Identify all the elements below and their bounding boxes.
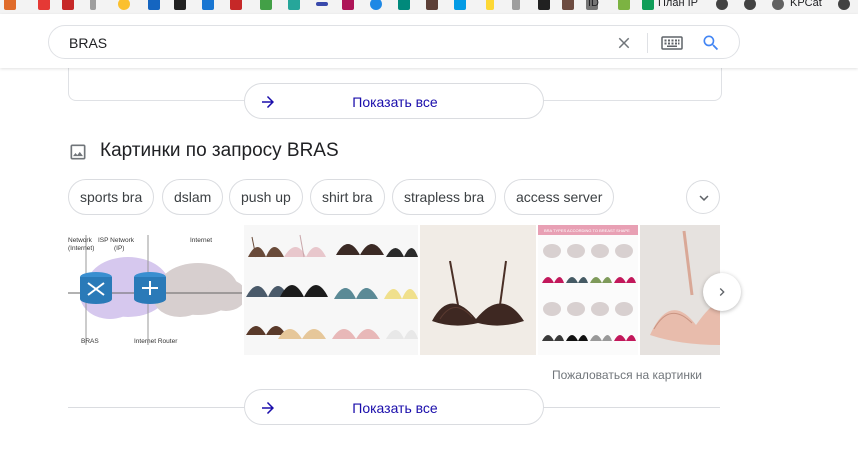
bookmark-icon[interactable]	[512, 0, 520, 10]
bookmark-icon[interactable]	[202, 0, 214, 10]
report-images-link[interactable]: Пожаловаться на картинки	[552, 368, 702, 382]
keyboard-icon[interactable]	[661, 35, 683, 51]
diagram-label-network: Network (Internet)	[68, 237, 94, 252]
image-result-dark-bra[interactable]	[420, 225, 536, 355]
image-icon	[70, 144, 86, 160]
chevron-right-icon	[719, 288, 725, 296]
bookmark-icon[interactable]	[316, 2, 328, 6]
bookmark-icon[interactable]	[118, 0, 130, 10]
chip-strapless-bra[interactable]: strapless bra	[392, 179, 497, 215]
chart-title-text: BRA TYPES ACCORDING TO BREAST SHAPE	[544, 228, 630, 233]
bookmark-label[interactable]: ID	[588, 0, 599, 9]
bookmark-icon[interactable]	[486, 0, 494, 10]
bookmark-icon[interactable]	[744, 0, 756, 10]
section-title[interactable]: Картинки по запросу BRAS	[100, 140, 339, 162]
diagram-label-bras: BRAS	[81, 338, 99, 345]
chip-access-server[interactable]: access server	[504, 179, 615, 215]
image-result-bras-grid[interactable]	[244, 225, 418, 355]
search-box[interactable]	[48, 25, 740, 59]
bookmark-icon[interactable]	[538, 0, 550, 10]
search-icon[interactable]	[701, 33, 721, 53]
chip-shirt-bra[interactable]: shirt bra	[310, 179, 385, 215]
show-all-images-button[interactable]: Показать все	[244, 389, 544, 425]
show-all-label: Показать все	[352, 94, 438, 110]
bookmark-icon[interactable]	[454, 0, 466, 10]
dark-bra-image	[420, 225, 536, 355]
bookmark-icon[interactable]	[90, 0, 96, 10]
image-result-bras-diagram[interactable]: Network (Internet) ISP Network (IP) Intern…	[68, 225, 242, 355]
bookmark-icon[interactable]	[148, 0, 160, 10]
bookmark-icon[interactable]	[370, 0, 382, 10]
bookmark-icon[interactable]	[230, 0, 242, 10]
diagram-label-internet: Internet	[190, 237, 212, 244]
bookmark-icon[interactable]	[618, 0, 630, 10]
diagram-label-isp: ISP Network (IP)	[98, 237, 135, 252]
close-icon[interactable]	[615, 34, 633, 52]
bookmark-icon[interactable]	[562, 0, 574, 10]
bookmark-icon[interactable]	[260, 0, 272, 10]
chevron-down-icon	[699, 195, 709, 201]
expand-chips-button[interactable]	[686, 180, 720, 214]
bras-grid-image	[244, 225, 418, 355]
bookmark-icon[interactable]	[716, 0, 728, 10]
search-input[interactable]	[69, 34, 589, 52]
bookmark-icon[interactable]	[4, 0, 16, 10]
bookmark-label[interactable]: KPCat	[790, 0, 822, 9]
network-diagram-image: Network (Internet) ISP Network (IP) Intern…	[68, 235, 242, 345]
yandex-icon[interactable]	[38, 0, 50, 10]
show-all-button[interactable]: Показать все	[244, 83, 544, 119]
next-images-button[interactable]	[703, 273, 741, 311]
bra-types-chart-image: BRA TYPES ACCORDING TO BREAST SHAPE	[538, 225, 638, 355]
bookmark-icon[interactable]	[342, 0, 354, 10]
diagram-label-router: Internet Router	[134, 338, 178, 345]
bookmark-icon[interactable]	[174, 0, 186, 10]
globe-icon[interactable]	[772, 0, 784, 10]
chip-push-up[interactable]: push up	[229, 179, 303, 215]
bookmark-icon[interactable]	[838, 0, 850, 10]
bookmarks-bar: ID План IP KPCat	[0, 0, 858, 14]
sheets-icon[interactable]	[642, 0, 654, 10]
bookmark-icon[interactable]	[62, 0, 74, 10]
separator	[647, 33, 648, 53]
bookmark-icon[interactable]	[398, 0, 410, 10]
show-all-label: Показать все	[352, 400, 438, 416]
bookmark-icon[interactable]	[426, 0, 438, 10]
search-header	[0, 14, 858, 68]
image-result-bra-types-chart[interactable]: BRA TYPES ACCORDING TO BREAST SHAPE	[538, 225, 638, 355]
chip-dslam[interactable]: dslam	[162, 179, 224, 215]
bookmark-icon[interactable]	[288, 0, 300, 10]
chip-sports-bra[interactable]: sports bra	[68, 179, 155, 215]
bookmark-label[interactable]: План IP	[658, 0, 698, 9]
